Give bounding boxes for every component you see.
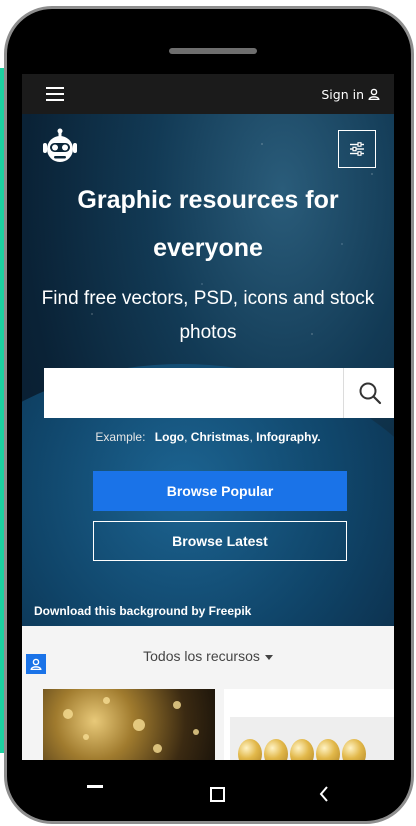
- search-input[interactable]: [44, 368, 343, 418]
- top-navbar: Sign in: [22, 74, 394, 114]
- resource-card-bokeh[interactable]: [43, 689, 215, 760]
- dropdown-label: Todos los recursos: [143, 648, 260, 664]
- phone-speaker: [169, 48, 257, 54]
- sign-in-label: Sign in: [321, 86, 364, 102]
- resource-card-2019-balloons[interactable]: [224, 689, 394, 760]
- browse-popular-button[interactable]: Browse Popular: [93, 471, 347, 511]
- back-icon[interactable]: [319, 786, 329, 802]
- hamburger-menu-icon[interactable]: [46, 87, 64, 101]
- search-bar: [44, 368, 394, 418]
- hero-section: Graphic resources for everyone Find free…: [22, 114, 394, 626]
- background-credit-link[interactable]: Download this background by Freepik: [34, 604, 251, 618]
- resources-section: Todos los recursos: [22, 626, 394, 760]
- sign-in-link[interactable]: Sign in: [321, 87, 380, 102]
- android-nav-bar: [7, 760, 411, 821]
- home-icon[interactable]: [210, 787, 225, 802]
- hero-subline: Find free vectors, PSD, icons and stock …: [41, 288, 375, 343]
- filter-button[interactable]: [338, 130, 376, 168]
- examples-label: Example:: [95, 430, 146, 444]
- resource-type-dropdown[interactable]: Todos los recursos: [22, 648, 394, 664]
- caret-down-icon: [264, 654, 273, 660]
- example-tag-christmas[interactable]: Christmas: [191, 430, 250, 444]
- sliders-icon: [350, 142, 364, 156]
- browser-screen: Sign in Graphic resources for everyone F…: [22, 74, 394, 760]
- hero-headline: Graphic resources for everyone: [77, 186, 339, 262]
- search-examples: Example: Logo, Christmas, Infography.: [95, 430, 321, 444]
- browse-latest-button[interactable]: Browse Latest: [93, 521, 347, 561]
- example-tag-infography[interactable]: Infography.: [256, 430, 320, 444]
- magnifier-icon: [359, 382, 381, 405]
- phone-frame: Sign in Graphic resources for everyone F…: [4, 6, 414, 824]
- user-icon: [368, 88, 380, 100]
- recent-apps-icon[interactable]: [87, 785, 103, 788]
- search-button[interactable]: [343, 368, 394, 418]
- robot-logo-icon[interactable]: [40, 128, 80, 164]
- example-tag-logo[interactable]: Logo: [155, 430, 184, 444]
